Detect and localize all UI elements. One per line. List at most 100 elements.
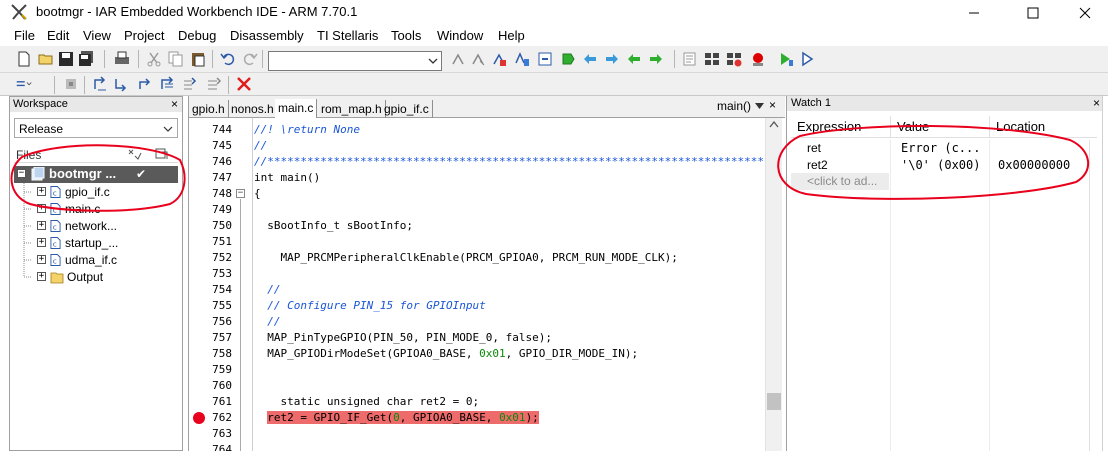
configuration-select[interactable]: Release [14,118,178,138]
cut-icon[interactable] [146,51,162,67]
code-line[interactable]: MAP_PinTypeGPIO(PIN_50, PIN_MODE_0, fals… [254,331,552,344]
code-line[interactable]: MAP_PRCMPeripheralClkEnable(PRCM_GPIOA0,… [254,251,677,264]
undo-icon[interactable] [220,51,236,67]
function-dropdown[interactable]: main() [717,99,751,113]
find-icon[interactable] [450,51,466,67]
navigate-back-icon[interactable] [626,51,642,67]
editor-vertical-scrollbar[interactable] [765,118,782,451]
scroll-up-arrow-icon[interactable] [769,120,779,128]
menu-tools[interactable]: Tools [391,28,421,43]
menu-view[interactable]: View [83,28,111,43]
fold-toggle-icon[interactable]: − [236,189,245,198]
code-line[interactable]: //**************************************… [254,155,777,168]
expression-column-header[interactable]: Expression [797,119,861,134]
code-line[interactable]: MAP_GPIODirModeSet(GPIOA0_BASE, 0x01, GP… [254,347,638,360]
download-and-debug-icon[interactable] [778,51,794,67]
expand-icon[interactable]: + [37,272,46,281]
open-folder-icon[interactable] [38,51,54,67]
next-statement-icon[interactable] [159,76,175,92]
chevron-down-icon[interactable] [755,103,764,109]
menu-edit[interactable]: Edit [47,28,69,43]
expand-icon[interactable]: + [37,204,46,213]
save-icon[interactable] [58,51,74,67]
save-all-icon[interactable] [78,51,94,67]
value-column-header[interactable]: Value [897,119,929,134]
prev-bookmark-icon[interactable] [582,51,598,67]
line-number-gutter[interactable]: 744 745 746 747 748−749 750 751 752 753 754 755 756… [189,118,253,451]
debug-menu-icon[interactable] [16,76,32,92]
reset-icon[interactable] [63,76,79,92]
redo-icon[interactable] [242,51,258,67]
collapse-icon[interactable]: − [17,169,26,178]
watch-add-row[interactable]: <click to ad... [791,173,889,190]
new-file-icon[interactable] [16,51,32,67]
compile-icon[interactable] [682,51,698,67]
next-bookmark-icon[interactable] [604,51,620,67]
file-tree-item[interactable]: + c main.c [30,201,178,218]
menu-window[interactable]: Window [437,28,483,43]
run-to-cursor-icon[interactable] [182,76,198,92]
column-divider[interactable] [989,116,990,138]
find-in-files-icon[interactable] [491,51,507,67]
close-button[interactable] [1062,0,1108,26]
file-tree-item[interactable]: + c startup_... [30,235,178,252]
debug-without-download-icon[interactable] [800,51,816,67]
menu-help[interactable]: Help [498,28,525,43]
menu-project[interactable]: Project [124,28,164,43]
add-expression-placeholder[interactable]: <click to ad... [807,174,877,188]
step-out-icon[interactable] [137,76,153,92]
code-line[interactable]: // [254,283,280,296]
file-tree-item[interactable]: + c network... [30,218,178,235]
tab-gpio-h[interactable]: gpio.h [189,100,229,118]
build-status-column-icon[interactable] [126,147,142,161]
menu-ti-stellaris[interactable]: TI Stellaris [317,28,378,43]
expand-icon[interactable]: + [37,221,46,230]
code-line[interactable]: // [254,315,280,328]
code-line[interactable]: sBootInfo_t sBootInfo; [254,219,413,232]
tab-rom-map-h[interactable]: rom_map.h [318,100,386,118]
make-icon[interactable] [704,51,720,67]
code-line[interactable]: // Configure PIN_15 for GPIOInput [254,299,486,312]
breakpoint-icon[interactable] [193,412,205,424]
tab-nonos-h[interactable]: nonos.h [228,100,278,118]
print-icon[interactable] [114,51,130,67]
bookmark-icon[interactable] [560,51,576,67]
code-line[interactable]: int main() [254,171,320,184]
scrollbar-thumb[interactable] [767,393,781,410]
menu-file[interactable]: File [14,28,35,43]
maximize-button[interactable] [1010,0,1056,26]
replace-icon[interactable] [514,51,530,67]
file-tree-item[interactable]: + c udma_if.c [30,252,178,269]
code-line[interactable]: { [254,187,261,200]
chevron-down-icon[interactable] [162,123,174,135]
stop-build-icon[interactable] [726,51,742,67]
stop-debugging-icon[interactable] [236,76,252,92]
workspace-close-button[interactable]: × [171,97,178,111]
code-line[interactable]: // [254,139,267,152]
code-line[interactable]: ret2 = GPIO_IF_Get(0, GPIOA0_BASE, 0x01)… [254,411,539,424]
watch-close-button[interactable]: × [1093,96,1100,110]
watch-row-ret2[interactable]: ret2 '\0' (0x00) 0x00000000 [791,157,1097,174]
file-tree-item[interactable]: + c gpio_if.c [30,184,178,201]
navigate-forward-icon[interactable] [648,51,664,67]
expand-icon[interactable]: + [37,255,46,264]
go-icon[interactable] [206,76,222,92]
file-tree-item[interactable]: + Output [30,269,178,286]
paste-icon[interactable] [190,51,206,67]
minimize-button[interactable] [951,0,997,26]
tab-gpio-if-c[interactable]: gpio_if.c [381,100,433,118]
find-combobox[interactable] [268,51,442,71]
chevron-down-icon[interactable] [427,54,439,68]
location-column-header[interactable]: Location [996,119,1045,134]
toggle-breakpoint-icon[interactable] [750,51,766,67]
editor-close-button[interactable]: × [769,98,776,112]
menu-disassembly[interactable]: Disassembly [230,28,304,43]
expand-icon[interactable]: + [37,187,46,196]
goto-icon[interactable] [537,51,553,67]
menu-debug[interactable]: Debug [178,28,216,43]
step-into-icon[interactable] [113,76,129,92]
find-next-icon[interactable] [470,51,486,67]
copy-icon[interactable] [168,51,184,67]
code-line[interactable]: //! \return None [254,123,360,136]
code-line[interactable]: static unsigned char ret2 = 0; [254,395,479,408]
